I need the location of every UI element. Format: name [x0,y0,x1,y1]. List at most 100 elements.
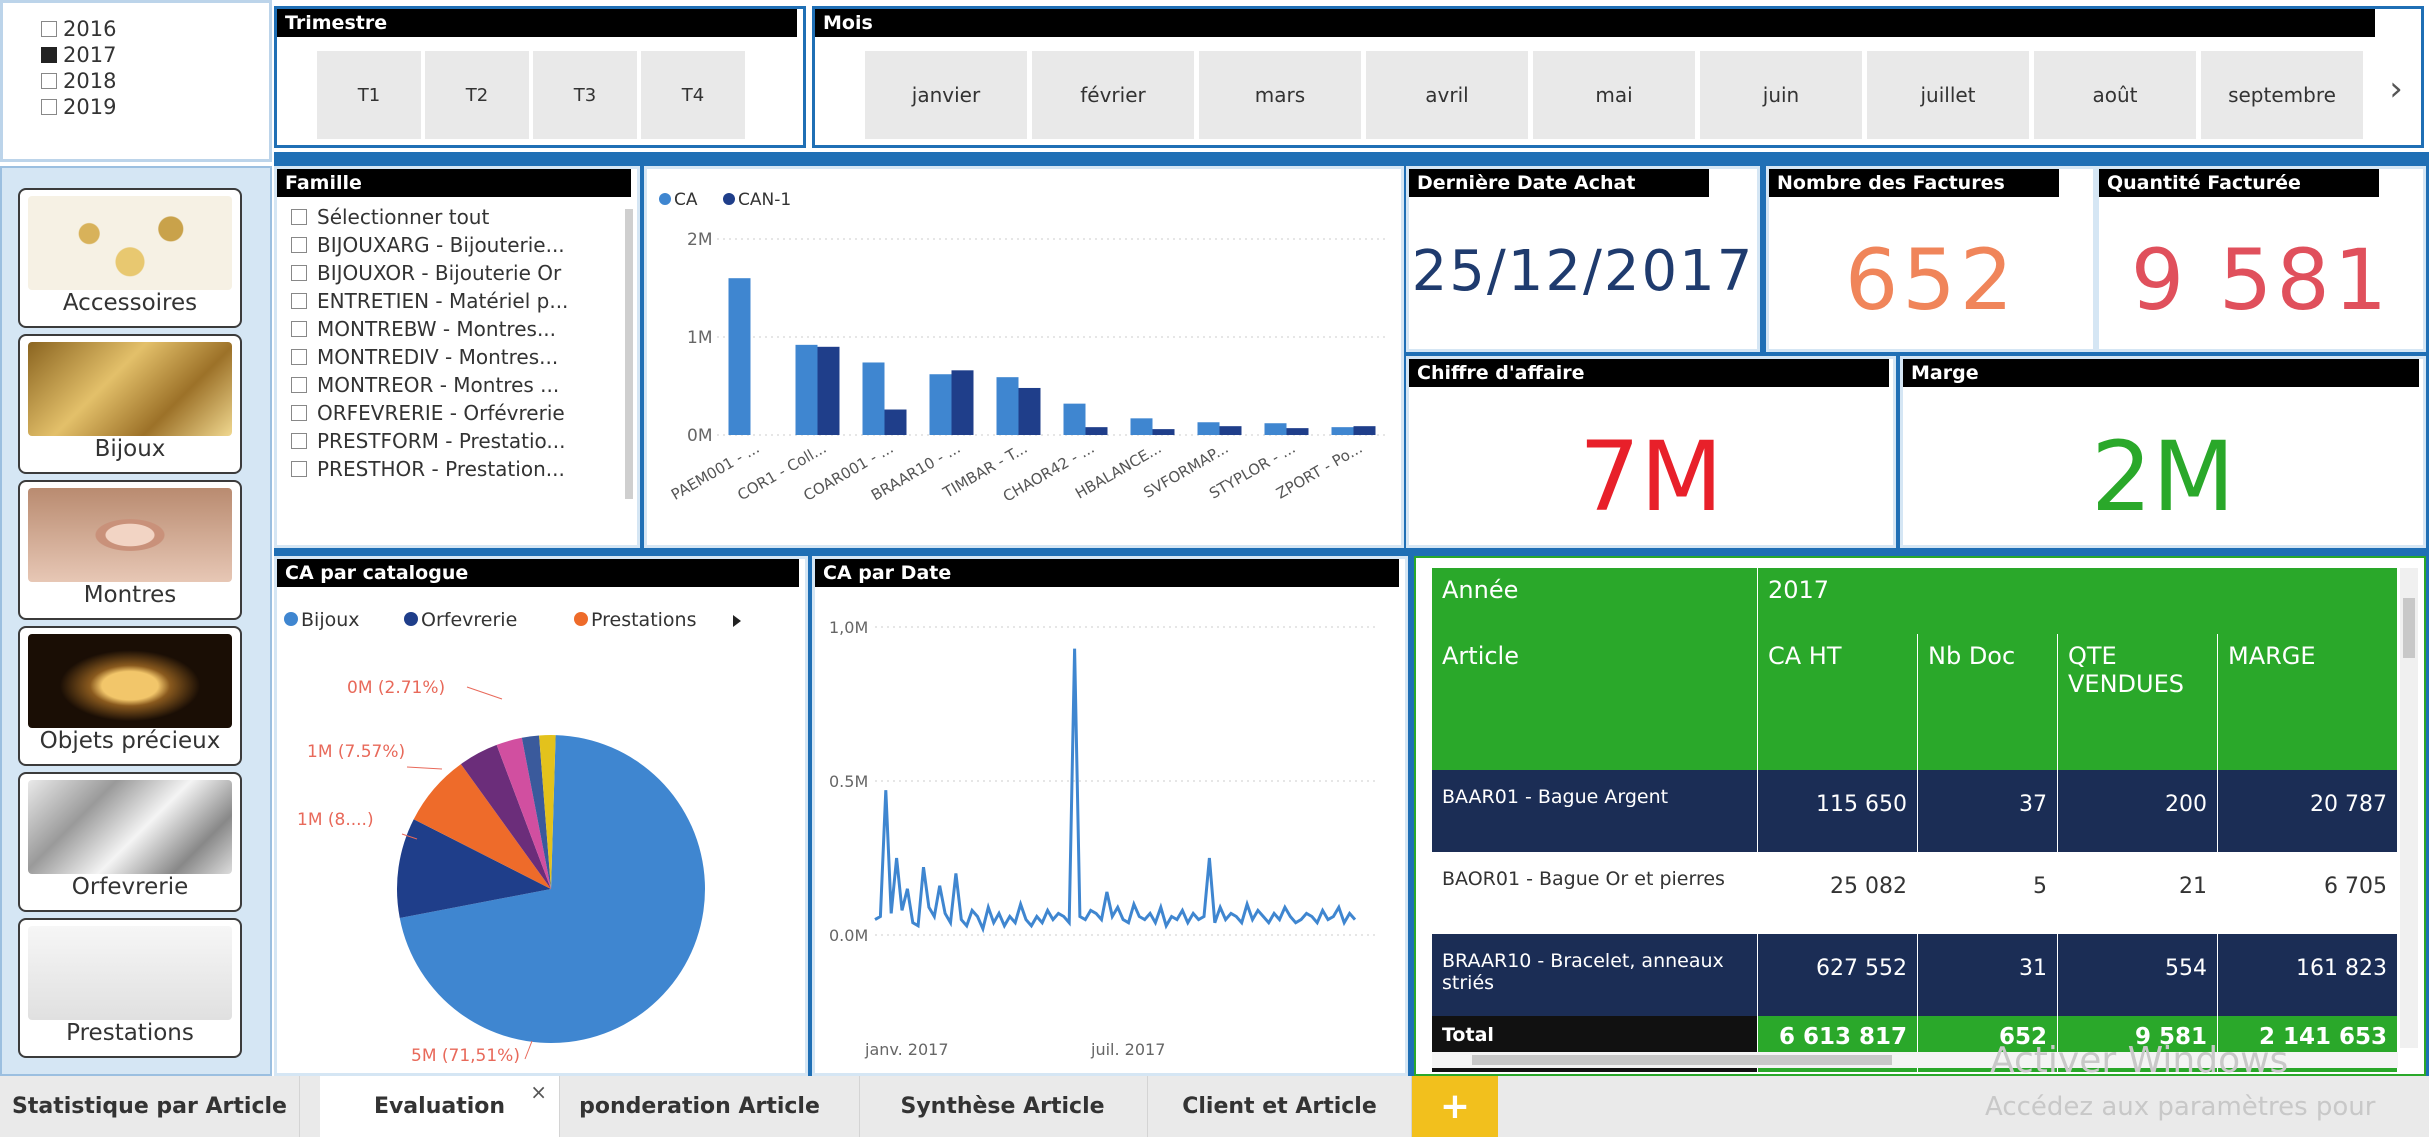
line-series[interactable] [874,648,1357,934]
y-tick-label: 0.0M [829,926,868,945]
famille-checkbox[interactable] [291,461,307,477]
bar[interactable] [795,344,818,435]
famille-item[interactable]: MONTREBW - Montres... [317,317,617,341]
page-tab[interactable]: Client et Article [1148,1076,1412,1137]
famille-checkbox[interactable] [291,209,307,225]
famille-checkbox[interactable] [291,237,307,253]
scrollbar[interactable] [625,209,633,499]
famille-item[interactable]: ENTRETIEN - Matériel p... [317,289,617,313]
famille-item[interactable]: PRESTHOR - Prestation... [317,457,617,481]
trimestre-slicer: Trimestre T1 T2 T3 T4 [274,6,806,148]
bar[interactable] [1219,426,1242,435]
month-button[interactable]: mars [1199,51,1361,139]
famille-item[interactable]: Sélectionner tout [317,205,617,229]
leader-line [524,1040,533,1060]
trimestre-button[interactable]: T4 [641,51,745,139]
month-button[interactable]: avril [1366,51,1528,139]
pie-data-label: 5M (71,51%) [411,1046,520,1066]
famille-checkbox[interactable] [291,349,307,365]
page-tab[interactable]: Statistique par Article [0,1076,300,1137]
bar[interactable] [817,346,840,435]
chevron-right-icon[interactable]: › [2381,59,2411,119]
famille-item[interactable]: BIJOUXOR - Bijouterie Or [317,261,617,285]
year-checkbox[interactable] [41,99,57,115]
famille-item[interactable]: MONTREOR - Montres ... [317,373,617,397]
trimestre-button[interactable]: T1 [317,51,421,139]
category-button[interactable]: Objets précieux [18,626,242,766]
year-checkbox[interactable] [41,73,57,89]
bar[interactable] [1018,387,1041,435]
famille-item[interactable]: PRESTFORM - Prestatio... [317,429,617,453]
famille-item[interactable]: MONTREDIV - Montres... [317,345,617,369]
month-button[interactable]: août [2034,51,2196,139]
month-button[interactable]: février [1032,51,1194,139]
trimestre-button[interactable]: T3 [533,51,637,139]
famille-checkbox[interactable] [291,433,307,449]
bar[interactable] [1063,403,1086,435]
pie-data-label: 1M (7.57%) [307,742,405,762]
category-button[interactable]: Accessoires [18,188,242,328]
famille-checkbox[interactable] [291,265,307,281]
svg-text:5M (71,51%): 5M (71,51%) [411,1046,520,1066]
category-label: Objets précieux [39,728,221,754]
bar[interactable] [996,377,1019,435]
bar[interactable] [1085,427,1108,435]
trimestre-button[interactable]: T2 [425,51,529,139]
scrollbar-vertical[interactable] [2400,568,2418,1048]
kpi-value: 2M [2091,421,2235,533]
month-button[interactable]: janvier [865,51,1027,139]
legend-label: Prestations [591,609,697,631]
famille-checkbox[interactable] [291,293,307,309]
year-label: 2019 [63,95,117,119]
page-tab[interactable]: Evaluation × [320,1076,560,1137]
bar[interactable] [929,374,952,435]
bar[interactable] [1197,422,1220,435]
pie-title: CA par catalogue [277,559,799,587]
category-button[interactable]: Prestations [18,918,242,1058]
legend-label: CAN-1 [738,190,791,210]
category-label: Prestations [66,1020,194,1046]
month-button[interactable]: juin [1700,51,1862,139]
famille-checkbox[interactable] [291,377,307,393]
category-button[interactable]: Orfevrerie [18,772,242,912]
category-button[interactable]: Bijoux [18,334,242,474]
bar[interactable] [1152,429,1175,435]
famille-checkbox[interactable] [291,405,307,421]
bar[interactable] [951,370,974,435]
bar[interactable] [1130,418,1153,435]
bar[interactable] [1264,423,1287,435]
table-cell: 21 [2058,852,2218,934]
table-cell: 25 082 [1758,852,1918,934]
table-cell: 20 787 [2218,770,2398,852]
month-button[interactable]: septembre [2201,51,2363,139]
kpi-title: Marge [1903,359,2419,387]
year-checkbox[interactable] [41,47,57,63]
table-header-year: Année [1432,568,1758,634]
bar[interactable] [884,409,907,435]
legend-label: CA [674,190,698,210]
pie-chart: Bijoux Orfevrerie Prestations 5M (71,51%) 1M… [284,609,741,1066]
y-tick-label: 1M [687,328,712,348]
page-tab[interactable]: Synthèse Article [858,1076,1148,1137]
bar[interactable] [1331,427,1354,435]
page-tab-label: Synthèse Article [900,1094,1105,1119]
bar[interactable] [862,362,885,435]
bar-chart: CA CAN-12M1M0MPAEM001 - ...COR1 - Coll...… [659,190,1387,506]
bar[interactable] [728,278,751,435]
famille-item[interactable]: BIJOUXARG - Bijouterie... [317,233,617,257]
add-tab-button[interactable]: + [1412,1076,1498,1137]
category-button[interactable]: Montres [18,480,242,620]
page-tab[interactable]: ponderation Article [540,1076,860,1137]
year-checkbox[interactable] [41,21,57,37]
legend-next-icon[interactable] [733,615,741,627]
bar[interactable] [1286,428,1309,435]
famille-item[interactable]: ORFEVRERIE - Orfévrerie [317,401,617,425]
kpi-last-date: Dernière Date Achat 25/12/2017 [1406,166,1760,352]
month-button[interactable]: juillet [1867,51,2029,139]
page-tab-label: ponderation Article [579,1094,820,1119]
famille-checkbox[interactable] [291,321,307,337]
bar[interactable] [1353,426,1376,435]
table-cell: 6 705 [2218,852,2398,934]
activation-watermark: Activer Windows [1990,1040,2289,1081]
month-button[interactable]: mai [1533,51,1695,139]
